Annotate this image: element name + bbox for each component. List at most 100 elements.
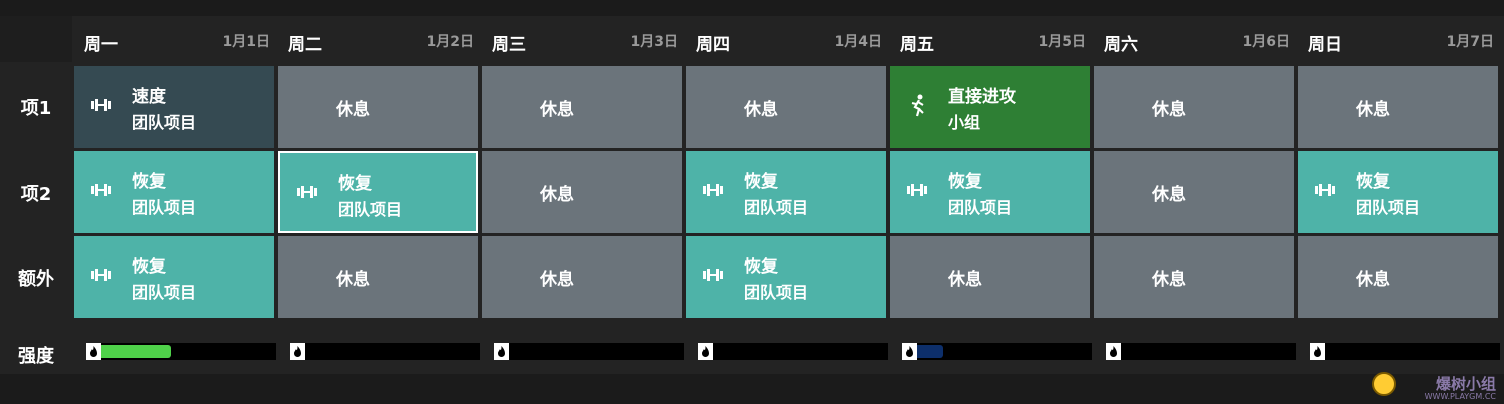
session-cell-rest[interactable]: 休息: [482, 151, 682, 233]
session-title: 休息: [1152, 100, 1186, 120]
session-cell-rest[interactable]: 休息: [1298, 236, 1498, 318]
day-header: 周日 1月7日: [1298, 16, 1500, 62]
session-subtitle: 团队项目: [132, 198, 197, 217]
session-cell-rest[interactable]: 休息: [686, 66, 886, 148]
day-date: 1月3日: [630, 34, 678, 50]
dumbbell-icon: [296, 184, 320, 204]
session-subtitle: 团队项目: [744, 198, 809, 217]
session-cell-recovery[interactable]: 恢复 团队项目: [1298, 151, 1498, 233]
day-header: 周四 1月4日: [686, 16, 888, 62]
session-title: 休息: [1152, 185, 1186, 205]
dumbbell-icon: [906, 182, 930, 202]
session-title: 恢复: [948, 172, 982, 192]
row-label: 项2: [20, 184, 52, 205]
dumbbell-icon: [1314, 182, 1338, 202]
session-cell-rest[interactable]: 休息: [278, 66, 478, 148]
watermark-logo-icon: [1372, 372, 1396, 396]
day-date: 1月6日: [1242, 34, 1290, 50]
session-cell-rest[interactable]: 休息: [1094, 66, 1294, 148]
flame-icon: [1310, 343, 1325, 360]
session-title: 恢复: [744, 172, 778, 192]
session-cell-attack[interactable]: 直接进攻 小组: [890, 66, 1090, 148]
intensity-bar: [494, 343, 684, 360]
session-cell-speed[interactable]: 速度 团队项目: [74, 66, 274, 148]
session-subtitle: 团队项目: [744, 283, 809, 302]
intensity-bar: [902, 343, 1092, 360]
session-cell-recovery[interactable]: 恢复 团队项目: [890, 151, 1090, 233]
day-header: 周一 1月1日: [74, 16, 276, 62]
flame-icon: [1106, 343, 1121, 360]
day-date: 1月1日: [222, 34, 270, 50]
day-name: 周五: [900, 35, 934, 55]
session-title: 休息: [744, 100, 778, 120]
session-title: 休息: [948, 270, 982, 290]
flame-icon: [698, 343, 713, 360]
session-title: 恢复: [1356, 172, 1390, 192]
watermark: 爆树小组: [1435, 375, 1496, 393]
flame-icon: [902, 343, 917, 360]
session-cell-recovery[interactable]: 恢复 团队项目: [278, 151, 478, 233]
watermark-url: WWW.PLAYGM.CC: [1424, 392, 1496, 401]
session-title: 休息: [540, 185, 574, 205]
day-name: 周六: [1104, 35, 1138, 55]
day-name: 周三: [492, 35, 526, 55]
session-cell-rest[interactable]: 休息: [1094, 236, 1294, 318]
dumbbell-icon: [702, 182, 726, 202]
session-cell-rest[interactable]: 休息: [1094, 151, 1294, 233]
intensity-bar: [290, 343, 480, 360]
session-title: 恢复: [338, 174, 372, 194]
session-cell-rest[interactable]: 休息: [1298, 66, 1498, 148]
row-label: 项1: [20, 98, 52, 119]
dumbbell-icon: [90, 267, 114, 287]
session-cell-rest[interactable]: 休息: [278, 236, 478, 318]
day-date: 1月4日: [834, 34, 882, 50]
day-date: 1月5日: [1038, 34, 1086, 50]
intensity-bar: [1106, 343, 1296, 360]
day-header: 周五 1月5日: [890, 16, 1092, 62]
session-title: 休息: [336, 100, 370, 120]
dumbbell-icon: [90, 97, 114, 117]
day-header: 周二 1月2日: [278, 16, 480, 62]
session-cell-recovery[interactable]: 恢复 团队项目: [686, 236, 886, 318]
session-title: 恢复: [132, 257, 166, 277]
day-name: 周日: [1308, 35, 1342, 55]
session-cell-recovery[interactable]: 恢复 团队项目: [686, 151, 886, 233]
session-subtitle: 团队项目: [948, 198, 1013, 217]
session-cell-recovery[interactable]: 恢复 团队项目: [74, 151, 274, 233]
session-title: 休息: [1152, 270, 1186, 290]
flame-icon: [290, 343, 305, 360]
day-name: 周四: [696, 35, 730, 55]
header-corner: [0, 16, 72, 62]
intensity-bar: [86, 343, 276, 360]
session-subtitle: 小组: [948, 113, 981, 132]
session-title: 休息: [1356, 100, 1390, 120]
session-cell-recovery[interactable]: 恢复 团队项目: [74, 236, 274, 318]
day-date: 1月2日: [426, 34, 474, 50]
session-cell-rest[interactable]: 休息: [482, 236, 682, 318]
running-person-icon: [908, 94, 932, 117]
session-title: 直接进攻: [948, 87, 1016, 107]
session-title: 休息: [336, 270, 370, 290]
session-subtitle: 团队项目: [1356, 198, 1421, 217]
session-subtitle: 团队项目: [132, 113, 197, 132]
day-name: 周二: [288, 35, 322, 55]
day-header: 周三 1月3日: [482, 16, 684, 62]
intensity-bar: [698, 343, 888, 360]
session-subtitle: 团队项目: [132, 283, 197, 302]
session-cell-rest[interactable]: 休息: [890, 236, 1090, 318]
day-header: 周六 1月6日: [1094, 16, 1296, 62]
session-title: 速度: [132, 87, 166, 107]
dumbbell-icon: [90, 182, 114, 202]
session-title: 休息: [1356, 270, 1390, 290]
row-label: 额外: [18, 269, 54, 290]
intensity-row-label: 强度: [18, 346, 54, 367]
flame-icon: [494, 343, 509, 360]
intensity-fill: [101, 345, 171, 358]
session-title: 恢复: [132, 172, 166, 192]
session-cell-rest[interactable]: 休息: [482, 66, 682, 148]
session-title: 恢复: [744, 257, 778, 277]
day-name: 周一: [84, 35, 118, 55]
dumbbell-icon: [702, 267, 726, 287]
intensity-fill: [917, 345, 943, 358]
flame-icon: [86, 343, 101, 360]
